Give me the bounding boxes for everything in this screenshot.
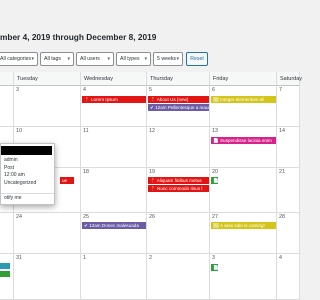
day-cell[interactable]: 13	[210, 127, 277, 168]
column-header-saturday: Saturday	[277, 72, 302, 86]
day-number: 2	[149, 255, 152, 261]
weeks-value: 5 weeks	[157, 56, 177, 62]
day-cell[interactable]: 24	[14, 213, 81, 254]
type-select[interactable]: All types ▾	[116, 52, 151, 66]
event-donec-malesuada[interactable]: ✔ 12am Donec malesuada	[82, 222, 146, 229]
day-number: 11	[83, 128, 89, 134]
day-cell[interactable]: 6	[210, 86, 277, 127]
day-number: 28	[279, 214, 285, 220]
chevron-down-icon: ▾	[107, 56, 110, 62]
day-number: 24	[16, 214, 22, 220]
day-number: 27	[212, 214, 218, 220]
column-header-tuesday: Tuesday	[14, 72, 81, 86]
category-value: All categories	[0, 56, 32, 62]
event-pellentesque[interactable]: ✔ 12am Pellentesque a mauri	[148, 104, 209, 111]
chevron-down-icon: ▾	[144, 56, 147, 62]
event-integer-elementum[interactable]: 🖼 Integer elementum eli	[211, 96, 276, 103]
user-select[interactable]: All users ▾	[76, 52, 114, 66]
day-cell[interactable]	[0, 213, 14, 254]
day-cell[interactable]: 3	[210, 254, 277, 300]
popup-time: 12:00 am	[4, 172, 25, 178]
day-number: 18	[83, 169, 89, 175]
day-number: 13	[212, 128, 218, 134]
day-cell[interactable]: 2	[147, 254, 210, 300]
day-number: 7	[279, 87, 282, 93]
day-number: 12	[149, 128, 155, 134]
event-about-us[interactable]: 📍 About Us (new)	[148, 96, 209, 103]
day-cell[interactable]: 3	[14, 86, 81, 127]
column-header-monday	[0, 72, 14, 86]
day-cell[interactable]: 25	[81, 213, 147, 254]
day-cell[interactable]: 4	[277, 254, 300, 300]
column-header-wednesday: Wednesday	[81, 72, 147, 86]
day-cell[interactable]: 12	[147, 127, 210, 168]
day-number: 5	[149, 87, 152, 93]
day-cell[interactable]: 28	[277, 213, 300, 254]
day-number: 4	[279, 255, 282, 261]
day-cell[interactable]: 14	[277, 127, 300, 168]
day-number: 26	[149, 214, 155, 220]
day-cell[interactable]: 18	[81, 168, 147, 213]
day-cell[interactable]: 21	[277, 168, 300, 213]
category-select[interactable]: All categories ▾	[0, 52, 38, 66]
day-cell[interactable]	[0, 254, 14, 300]
day-number: 31	[16, 255, 22, 261]
event-wise-sale[interactable]: 🖼 A wise sale is coming!	[211, 222, 276, 229]
popup-type: Post	[4, 164, 15, 171]
chevron-down-icon: ▾	[176, 56, 179, 62]
day-number: 25	[83, 214, 89, 220]
event-edge[interactable]	[0, 271, 10, 277]
day-cell[interactable]: 11	[81, 127, 147, 168]
event-nunc-commodo[interactable]: 📍 Nunc commodo risus l	[148, 185, 209, 192]
event-popup: admin Post 12:00 am Uncategorized otify …	[0, 143, 55, 205]
tag-value: All tags	[44, 56, 62, 62]
user-value: All users	[80, 56, 100, 62]
day-number: 3	[16, 87, 19, 93]
column-header-friday: Friday	[210, 72, 277, 86]
chevron-down-icon: ▾	[31, 56, 34, 62]
day-number: 1	[83, 255, 86, 261]
day-number: 10	[16, 128, 22, 134]
day-number: 6	[212, 87, 215, 93]
day-number: 20	[212, 169, 218, 175]
event-edge[interactable]	[0, 263, 10, 269]
event-aliquam[interactable]: 📍 Aliquam finibus metus	[148, 177, 209, 184]
day-cell[interactable]: 7	[277, 86, 300, 127]
weeks-select[interactable]: 5 weeks ▾	[153, 52, 183, 66]
page-title: mber 4, 2019 through December 8, 2019	[0, 32, 157, 42]
day-number: 4	[83, 87, 86, 93]
day-cell[interactable]: 4	[81, 86, 147, 127]
notify-me-link[interactable]: otify me	[1, 193, 54, 202]
day-cell[interactable]: 26	[147, 213, 210, 254]
day-cell[interactable]: 1	[81, 254, 147, 300]
column-header-thursday: Thursday	[147, 72, 210, 86]
chevron-down-icon: ▾	[67, 56, 70, 62]
day-cell[interactable]: 20	[210, 168, 277, 213]
event-green[interactable]: 📄	[211, 264, 218, 271]
event-partial[interactable]: ue	[60, 177, 74, 184]
day-number: 3	[212, 255, 215, 261]
day-cell[interactable]	[0, 86, 14, 127]
event-suspendisse[interactable]: 📄 Suspendisse lacinia enim	[211, 137, 276, 144]
event-green[interactable]: 📄	[211, 177, 218, 184]
tag-select[interactable]: All tags ▾	[40, 52, 74, 66]
popup-category: Uncategorized	[4, 179, 37, 186]
day-number: 19	[149, 169, 155, 175]
type-value: All types	[120, 56, 140, 62]
popup-author: admin	[4, 157, 18, 163]
day-cell[interactable]: 27	[210, 213, 277, 254]
day-number: 21	[279, 169, 285, 175]
day-number: 14	[279, 128, 285, 134]
reset-button[interactable]: Reset	[186, 52, 208, 66]
day-cell[interactable]: 31	[14, 254, 81, 300]
popup-title-bar	[1, 146, 52, 155]
event-lorem-ipsum[interactable]: 📍 Lorem Ipsum	[82, 96, 146, 103]
